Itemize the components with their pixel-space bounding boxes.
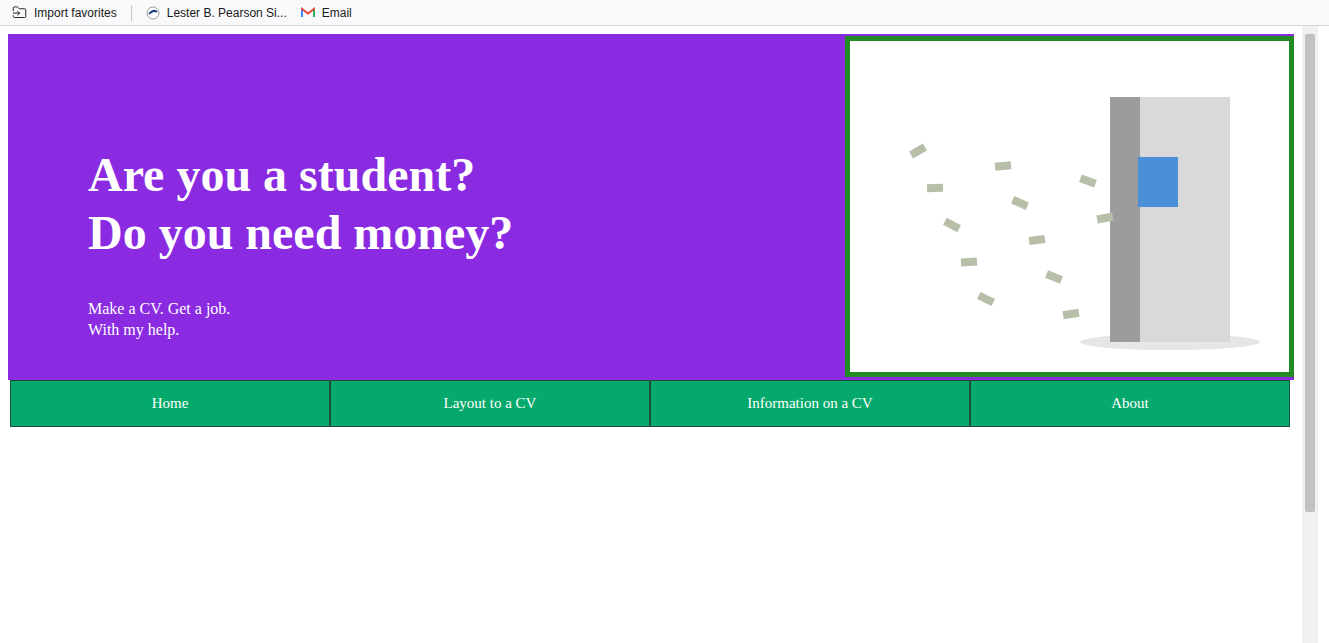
bookmarks-bar: Import favorites Lester B. Pearson Si... E… [0, 0, 1329, 26]
page: Are you a student?Do you need money? Make… [0, 26, 1302, 643]
bookmark[interactable]: Lester B. Pearson Si... [146, 6, 287, 20]
bookmark-divider [131, 5, 132, 21]
hero-tagline: Make a CV. Get a job.With my help. [88, 298, 845, 340]
hero-heading: Are you a student?Do you need money? [88, 146, 845, 262]
nav-item[interactable]: About [970, 380, 1290, 427]
import-icon [12, 5, 27, 20]
nav-item[interactable]: Layout to a CV [330, 380, 650, 427]
bookmark[interactable]: Email [301, 6, 352, 20]
hero-image [845, 36, 1294, 377]
bookmark[interactable]: Import favorites [12, 5, 117, 20]
school-logo-icon [146, 6, 160, 20]
atm-photo [870, 57, 1270, 357]
browser-window: Import favorites Lester B. Pearson Si... E… [0, 0, 1329, 643]
hero: Are you a student?Do you need money? Make… [8, 34, 1294, 380]
gmail-icon [301, 7, 315, 18]
nav-item[interactable]: Home [10, 380, 330, 427]
nav-item[interactable]: Information on a CV [650, 380, 970, 427]
scrollbar[interactable] [1302, 26, 1318, 643]
scrollbar-thumb[interactable] [1305, 34, 1315, 512]
nav-bar: HomeLayout to a CVInformation on a CVAbo… [10, 380, 1290, 427]
